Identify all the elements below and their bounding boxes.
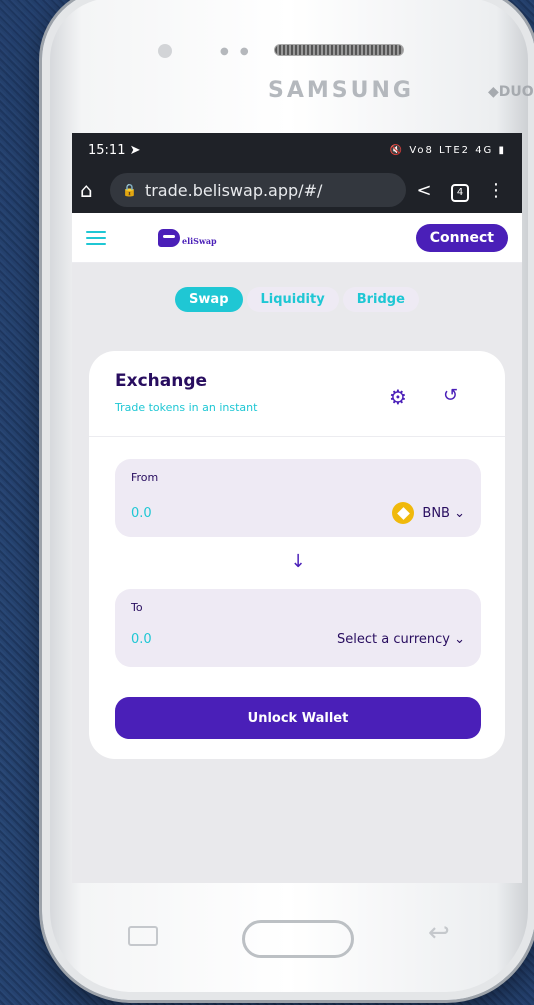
network-label: Vo8 LTE2 4G bbox=[409, 144, 494, 156]
to-label: To bbox=[131, 601, 143, 614]
to-panel: To 0.0 Select a currency ⌄ bbox=[115, 589, 481, 667]
home-icon[interactable]: ⌂ bbox=[80, 178, 110, 202]
nav-tabs: Swap Liquidity Bridge bbox=[72, 287, 522, 312]
from-panel: From 0.0 BNB ⌄ bbox=[115, 459, 481, 537]
from-currency-select[interactable]: BNB ⌄ bbox=[392, 502, 465, 524]
to-currency-label: Select a currency bbox=[336, 632, 450, 647]
tab-swap[interactable]: Swap bbox=[175, 287, 243, 312]
home-key[interactable] bbox=[242, 920, 354, 958]
tab-count: 4 bbox=[451, 183, 469, 202]
status-bar: 15:11 ➤ 🔇 Vo8 LTE2 4G ▮ bbox=[72, 133, 522, 167]
tab-liquidity[interactable]: Liquidity bbox=[246, 287, 339, 312]
back-key-icon[interactable]: ↩ bbox=[428, 918, 450, 948]
navigation-icon: ➤ bbox=[129, 142, 141, 158]
to-currency-select[interactable]: Select a currency ⌄ bbox=[337, 632, 465, 647]
chevron-down-icon: ⌄ bbox=[449, 505, 465, 521]
hamburger-menu-icon[interactable] bbox=[86, 230, 106, 245]
screen: 15:11 ➤ 🔇 Vo8 LTE2 4G ▮ ⌂ 🔒 trade.belisw… bbox=[72, 133, 522, 883]
unlock-wallet-button[interactable]: Unlock Wallet bbox=[115, 697, 481, 739]
from-currency-label: BNB bbox=[422, 505, 450, 521]
settings-gear-icon[interactable]: ⚙ bbox=[389, 385, 407, 409]
from-label: From bbox=[131, 471, 159, 484]
device-brand: SAMSUNG bbox=[268, 78, 414, 103]
bnb-token-icon bbox=[392, 502, 415, 524]
tab-bridge[interactable]: Bridge bbox=[342, 287, 419, 312]
exchange-header: Exchange Trade tokens in an instant ⚙ ↺ bbox=[89, 351, 505, 437]
exchange-title: Exchange bbox=[115, 371, 208, 391]
exchange-card: Exchange Trade tokens in an instant ⚙ ↺ … bbox=[89, 351, 505, 759]
lock-icon: 🔒 bbox=[122, 183, 137, 197]
exchange-subtitle: Trade tokens in an instant bbox=[115, 401, 258, 414]
sensors: ● ● bbox=[220, 46, 253, 57]
more-menu-icon[interactable]: ⋮ bbox=[478, 180, 514, 201]
swap-direction-arrow-icon[interactable]: ↓ bbox=[285, 551, 311, 577]
logo-mark-icon bbox=[158, 228, 180, 247]
earpiece-speaker bbox=[274, 44, 404, 56]
from-amount-input[interactable]: 0.0 bbox=[131, 506, 392, 521]
app-header: eliSwap Connect bbox=[72, 213, 522, 263]
chevron-down-icon: ⌄ bbox=[449, 632, 465, 647]
device-model-tag: ◆DUOS bbox=[488, 84, 534, 100]
tab-switcher-button[interactable]: 4 bbox=[442, 179, 478, 202]
connect-button[interactable]: Connect bbox=[415, 223, 508, 252]
logo-text: eliSwap bbox=[182, 235, 217, 246]
device-model-label: DUOS bbox=[498, 84, 534, 100]
front-camera bbox=[158, 44, 172, 58]
menu-key-icon[interactable] bbox=[128, 926, 158, 946]
status-icons: 🔇 Vo8 LTE2 4G ▮ bbox=[389, 144, 506, 156]
app-logo[interactable]: eliSwap bbox=[158, 228, 416, 247]
share-icon[interactable]: < bbox=[406, 180, 442, 201]
status-time-text: 15:11 bbox=[88, 142, 126, 158]
history-icon[interactable]: ↺ bbox=[443, 385, 458, 406]
browser-toolbar: ⌂ 🔒 trade.beliswap.app/#/ < 4 ⋮ bbox=[72, 167, 522, 213]
status-time: 15:11 ➤ bbox=[88, 143, 390, 158]
hardware-keys: ↩ bbox=[72, 900, 522, 960]
to-amount-input[interactable]: 0.0 bbox=[131, 632, 337, 647]
url-text: trade.beliswap.app/#/ bbox=[144, 180, 323, 200]
url-bar[interactable]: 🔒 trade.beliswap.app/#/ bbox=[110, 173, 406, 207]
